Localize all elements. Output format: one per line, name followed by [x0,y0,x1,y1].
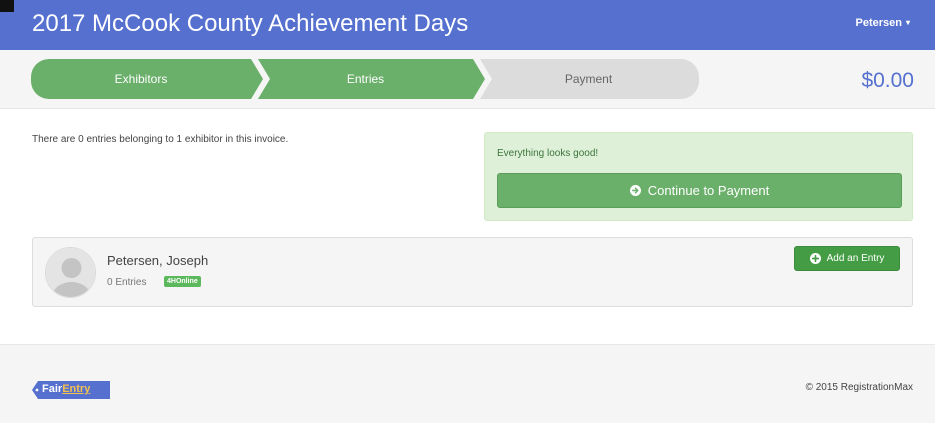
user-menu-dropdown[interactable]: Petersen ▾ [856,17,911,29]
step-payment[interactable]: Payment [480,72,697,86]
exhibitor-name: Petersen, Joseph [107,253,209,268]
step-entries[interactable]: Entries [258,72,473,86]
user-silhouette-icon [46,248,95,297]
window-corner [0,0,14,12]
add-entry-button[interactable]: Add an Entry [794,246,900,271]
avatar [45,247,96,298]
source-badge: 4HOnline [164,276,201,287]
alert-message: Everything looks good! [497,148,599,159]
step-exhibitors[interactable]: Exhibitors [31,72,251,86]
progress-steps-bar: Exhibitors Entries Payment $0.00 [0,50,935,109]
copyright: © 2015 RegistrationMax [805,382,913,393]
continue-to-payment-label: Continue to Payment [647,183,770,198]
continue-to-payment-button[interactable]: Continue to Payment [497,173,902,208]
exhibitor-card: Petersen, Joseph 0 Entries 4HOnline Add … [32,237,913,307]
entry-count: 0 Entries [107,277,147,288]
chevron-down-icon: ▾ [905,18,910,27]
footer: FairEntry © 2015 RegistrationMax [0,344,935,423]
invoice-summary-text: There are 0 entries belonging to 1 exhib… [32,134,289,145]
top-navbar: 2017 McCook County Achievement Days Pete… [0,0,935,50]
fairentry-logo-text: FairEntry [42,383,90,395]
logo-word-entry: Entry [62,383,91,395]
success-alert: Everything looks good! Continue to Payme… [484,132,913,221]
plus-circle-icon [809,253,821,264]
user-menu-label: Petersen [855,17,902,29]
circle-arrow-right-icon [629,185,641,196]
page-title: 2017 McCook County Achievement Days [32,10,469,37]
add-entry-label: Add an Entry [826,253,885,264]
logo-word-fair: Fair [42,383,63,395]
invoice-total: $0.00 [861,69,914,92]
